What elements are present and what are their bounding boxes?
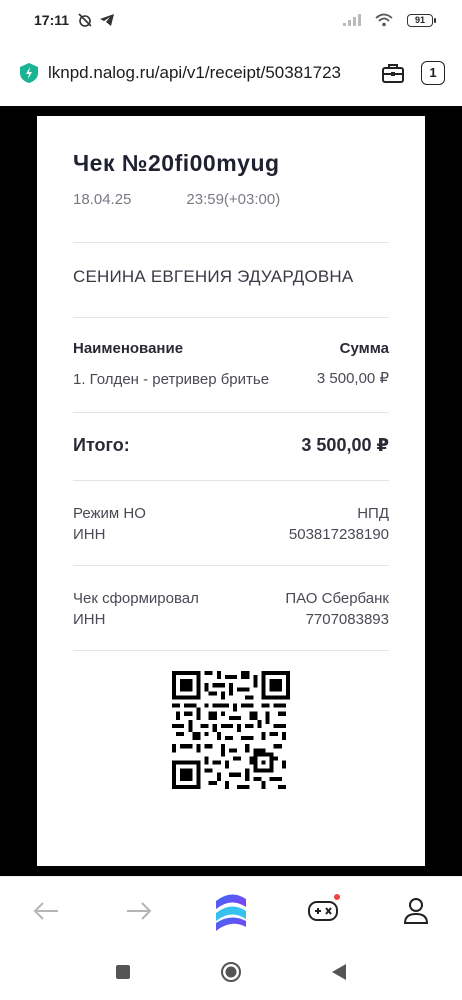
items-col-sum: Сумма bbox=[339, 340, 389, 357]
list-item: 1. Голден - ретривер бритье 3 500,00 ₽ bbox=[73, 369, 389, 412]
battery-level: 91 bbox=[407, 13, 433, 27]
total-value: 3 500,00 ₽ bbox=[301, 435, 389, 455]
customer-name: СЕНИНА ЕВГЕНИЯ ЭДУАРДОВНА bbox=[73, 267, 354, 286]
system-navigation-bar bbox=[0, 944, 462, 1000]
back-button[interactable] bbox=[23, 888, 69, 934]
signal-icon bbox=[343, 14, 361, 26]
tabs-button[interactable]: 1 bbox=[418, 58, 448, 88]
url-text[interactable]: lknpd.nalog.ru/api/v1/receipt/50381723 bbox=[48, 63, 368, 83]
wifi-icon bbox=[375, 13, 393, 27]
tab-count: 1 bbox=[421, 61, 445, 85]
secure-shield-icon[interactable] bbox=[18, 62, 40, 84]
profile-button[interactable] bbox=[393, 888, 439, 934]
gamepad-icon bbox=[308, 900, 339, 921]
issuer-value: ПАО Сбербанк bbox=[285, 590, 389, 607]
triangle-back-icon bbox=[332, 964, 346, 980]
arrow-left-icon bbox=[33, 901, 59, 920]
items-col-name: Наименование bbox=[73, 340, 184, 357]
tax-info: Режим НО НПД ИНН 503817238190 bbox=[73, 481, 389, 565]
browser-logo-icon bbox=[215, 893, 246, 931]
briefcase-icon bbox=[382, 64, 404, 83]
qr-code-icon[interactable] bbox=[172, 671, 290, 789]
user-icon bbox=[403, 897, 428, 924]
total-label: Итого: bbox=[73, 435, 130, 455]
arrow-right-icon bbox=[126, 901, 151, 920]
square-icon bbox=[116, 965, 130, 979]
back-nav-button[interactable] bbox=[325, 958, 353, 986]
forward-button[interactable] bbox=[116, 888, 162, 934]
recents-button[interactable] bbox=[109, 958, 137, 986]
tax-mode-label: Режим НО bbox=[73, 505, 146, 522]
issuer-info: Чек сформировал ПАО Сбербанк ИНН 7707083… bbox=[73, 566, 389, 650]
battery-icon: 91 bbox=[407, 13, 436, 27]
item-sum: 3 500,00 ₽ bbox=[316, 370, 389, 387]
issuer-inn-label: ИНН bbox=[73, 611, 106, 628]
status-bar: 17:11 91 bbox=[0, 0, 462, 40]
receipt-date: 18.04.25 bbox=[73, 191, 132, 208]
browser-home-button[interactable] bbox=[208, 888, 254, 934]
receipt-card: Чек №20fi00myug 18.04.25 23:59(+03:00) С… bbox=[37, 116, 425, 866]
receipt-time: 23:59(+03:00) bbox=[186, 191, 281, 208]
inn-label: ИНН bbox=[73, 526, 106, 543]
browser-address-bar[interactable]: lknpd.nalog.ru/api/v1/receipt/50381723 1 bbox=[0, 40, 462, 106]
games-button[interactable] bbox=[300, 888, 346, 934]
web-content: Чек №20fi00myug 18.04.25 23:59(+03:00) С… bbox=[0, 106, 462, 876]
telegram-icon bbox=[99, 13, 115, 27]
inn-value: 503817238190 bbox=[288, 526, 389, 543]
notification-dot bbox=[334, 893, 341, 900]
item-name: 1. Голден - ретривер бритье bbox=[73, 371, 270, 388]
briefcase-button[interactable] bbox=[378, 58, 408, 88]
browser-bottom-nav bbox=[0, 876, 462, 944]
receipt-title: Чек №20fi00myug bbox=[73, 150, 280, 176]
total-row: Итого: 3 500,00 ₽ bbox=[73, 413, 389, 480]
status-time: 17:11 bbox=[34, 12, 70, 28]
qr-code-container bbox=[73, 651, 389, 789]
home-button[interactable] bbox=[217, 958, 245, 986]
receipt-datetime: 18.04.25 23:59(+03:00) bbox=[73, 191, 389, 208]
issuer-inn-value: 7707083893 bbox=[305, 611, 389, 628]
issuer-label: Чек сформировал bbox=[73, 590, 199, 607]
tax-mode-value: НПД bbox=[357, 505, 389, 522]
circle-icon bbox=[221, 962, 241, 982]
phone-screen: 17:11 91 lknpd.nalog.ru/api/v1/receipt/5… bbox=[0, 0, 462, 1000]
items-header: Наименование Сумма bbox=[73, 318, 389, 357]
alarm-off-icon bbox=[77, 12, 93, 28]
